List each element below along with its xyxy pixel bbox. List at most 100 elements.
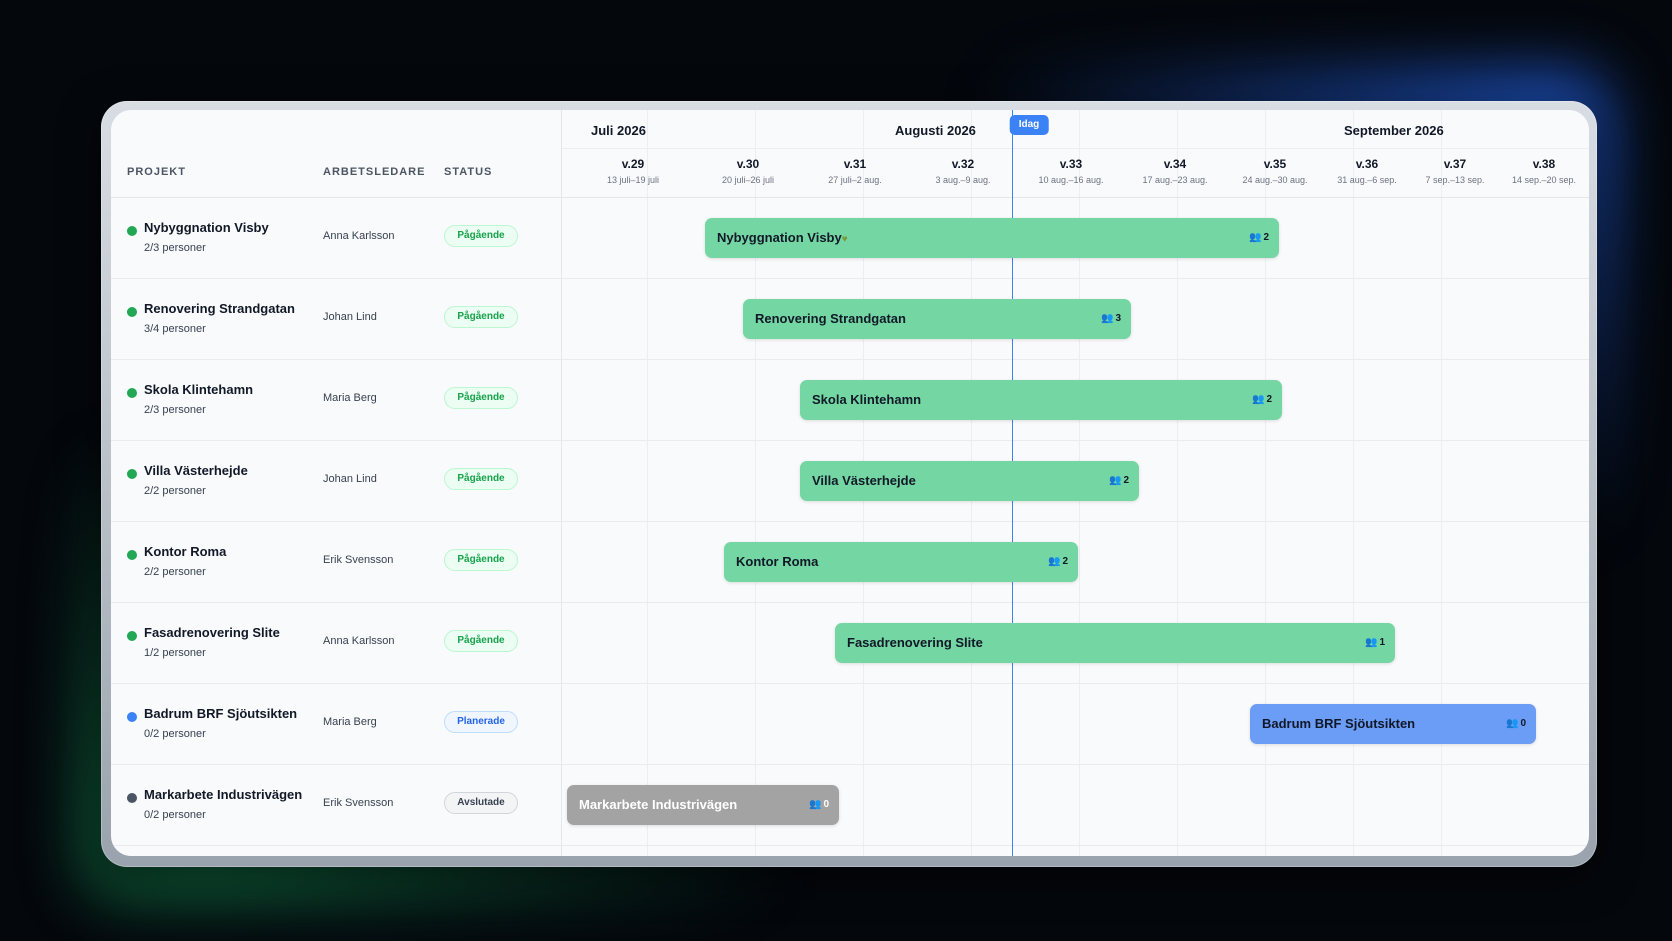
project-row[interactable]: Renovering Strandgatan 3/4 personer Joha…: [111, 279, 561, 360]
people-icon: 👥: [1505, 718, 1519, 729]
gantt-bar[interactable]: Fasadrenovering Slite 👥 1: [835, 623, 1395, 663]
status-dot: [127, 469, 137, 479]
week-range: 17 aug.–23 aug.: [1142, 175, 1208, 185]
bar-people-count: 👥 0: [809, 785, 829, 825]
bar-label: Kontor Roma: [736, 554, 819, 569]
project-row[interactable]: Nybyggnation Visby 2/3 personer Anna Kar…: [111, 198, 561, 279]
week-number: v.35: [1263, 157, 1287, 171]
bar-people-count: 👥 2: [1109, 461, 1129, 501]
month-label: September 2026: [1344, 123, 1444, 138]
week-number: v.36: [1355, 157, 1379, 171]
people-number: 0: [1520, 718, 1526, 729]
people-icon: 👥: [1100, 313, 1114, 324]
project-name[interactable]: Villa Västerhejde: [144, 463, 248, 478]
project-row[interactable]: Badrum BRF Sjöutsikten 0/2 personer Mari…: [111, 684, 561, 765]
status-dot: [127, 388, 137, 398]
project-name[interactable]: Renovering Strandgatan: [144, 301, 295, 316]
status-dot: [127, 631, 137, 641]
people-icon: 👥: [1047, 556, 1061, 567]
week-number: v.37: [1443, 157, 1467, 171]
project-lead: Erik Svensson: [323, 554, 394, 566]
project-name[interactable]: Nybyggnation Visby: [144, 220, 269, 235]
week-divider: [1353, 110, 1354, 856]
project-name[interactable]: Fasadrenovering Slite: [144, 625, 280, 640]
today-badge[interactable]: Idag: [1009, 115, 1049, 135]
column-header-project: PROJEKT: [127, 166, 186, 178]
people-icon: 👥: [1248, 232, 1262, 243]
status-dot: [127, 226, 137, 236]
bar-label: Skola Klintehamn: [812, 392, 922, 407]
project-row[interactable]: Skola Klintehamn 2/3 personer Maria Berg…: [111, 360, 561, 441]
people-number: 0: [823, 799, 829, 810]
gantt-bar[interactable]: Markarbete Industrivägen 👥 0: [567, 785, 839, 825]
project-name[interactable]: Badrum BRF Sjöutsikten: [144, 706, 297, 721]
project-row[interactable]: Kontor Roma 2/2 personer Erik Svensson P…: [111, 522, 561, 603]
project-lead: Maria Berg: [323, 716, 377, 728]
leaf-icon: ♥: [841, 234, 848, 245]
project-row[interactable]: Markarbete Industrivägen 0/2 personer Er…: [111, 765, 561, 846]
status-badge: Pågående: [444, 225, 518, 247]
bar-title: Nybyggnation Visby: [717, 230, 842, 245]
week-range: 13 juli–19 juli: [606, 175, 660, 185]
status-dot: [127, 793, 137, 803]
status-dot: [127, 712, 137, 722]
week-header: v.34 17 aug.–23 aug.: [1142, 157, 1207, 185]
bar-label: Badrum BRF Sjöutsikten: [1262, 716, 1416, 731]
week-number: v.32: [951, 157, 975, 171]
gantt-bar[interactable]: Villa Västerhejde 👥 2: [800, 461, 1139, 501]
column-header-lead: ARBETSLEDARE: [323, 166, 426, 178]
project-staffing: 1/2 personer: [144, 647, 206, 659]
gantt-bar[interactable]: Skola Klintehamn 👥 2: [800, 380, 1282, 420]
people-icon: 👥: [1108, 475, 1122, 486]
week-number: v.38: [1532, 157, 1556, 171]
week-number: v.34: [1163, 157, 1187, 171]
project-lead: Maria Berg: [323, 392, 377, 404]
bar-people-count: 👥 0: [1506, 704, 1526, 744]
people-number: 1: [1379, 637, 1385, 648]
month-label: Juli 2026: [591, 123, 646, 138]
gantt-bar[interactable]: Renovering Strandgatan 👥 3: [743, 299, 1131, 339]
project-lead: Anna Karlsson: [323, 635, 395, 647]
project-row[interactable]: Fasadrenovering Slite 1/2 personer Anna …: [111, 603, 561, 684]
status-badge: Pågående: [444, 468, 518, 490]
week-header: v.32 3 aug.–9 aug.: [935, 157, 990, 185]
project-row[interactable]: Villa Västerhejde 2/2 personer Johan Lin…: [111, 441, 561, 522]
bar-people-count: 👥 2: [1048, 542, 1068, 582]
project-staffing: 3/4 personer: [144, 323, 206, 335]
project-name[interactable]: Markarbete Industrivägen: [144, 787, 302, 802]
week-number: v.31: [843, 157, 867, 171]
project-staffing: 2/3 personer: [144, 404, 206, 416]
gantt-bar[interactable]: Badrum BRF Sjöutsikten 👥 0: [1250, 704, 1536, 744]
week-header: v.31 27 juli–2 aug.: [828, 157, 882, 185]
project-name[interactable]: Kontor Roma: [144, 544, 226, 559]
bar-people-count: 👥 3: [1101, 299, 1121, 339]
status-badge: Pågående: [444, 630, 518, 652]
bar-label: Villa Västerhejde: [812, 473, 916, 488]
people-number: 3: [1115, 313, 1121, 324]
gantt-bar[interactable]: Kontor Roma 👥 2: [724, 542, 1078, 582]
people-icon: 👥: [1364, 637, 1378, 648]
gantt-bar[interactable]: Nybyggnation Visby♥ 👥 2: [705, 218, 1279, 258]
week-header: v.33 10 aug.–16 aug.: [1038, 157, 1103, 185]
status-badge: Planerade: [444, 711, 518, 733]
project-name[interactable]: Skola Klintehamn: [144, 382, 253, 397]
month-divider: [561, 148, 1589, 149]
status-badge: Avslutade: [444, 792, 518, 814]
column-header-status: STATUS: [444, 166, 493, 178]
month-label: Augusti 2026: [895, 123, 976, 138]
bar-label: Renovering Strandgatan: [755, 311, 906, 326]
week-divider: [647, 110, 648, 856]
panel-splitter[interactable]: [561, 110, 562, 856]
week-range: 27 juli–2 aug.: [828, 175, 882, 185]
project-staffing: 2/2 personer: [144, 566, 206, 578]
week-number: v.30: [736, 157, 760, 171]
people-number: 2: [1062, 556, 1068, 567]
status-badge: Pågående: [444, 387, 518, 409]
week-header: v.30 20 juli–26 juli: [722, 157, 774, 185]
week-header: v.35 24 aug.–30 aug.: [1242, 157, 1307, 185]
bar-label: Markarbete Industrivägen: [579, 797, 738, 812]
people-number: 2: [1263, 232, 1269, 243]
week-range: 24 aug.–30 aug.: [1242, 175, 1308, 185]
project-staffing: 0/2 personer: [144, 728, 206, 740]
gantt-panel: PROJEKT ARBETSLEDARE STATUS Juli 2026 Au…: [111, 110, 1589, 856]
